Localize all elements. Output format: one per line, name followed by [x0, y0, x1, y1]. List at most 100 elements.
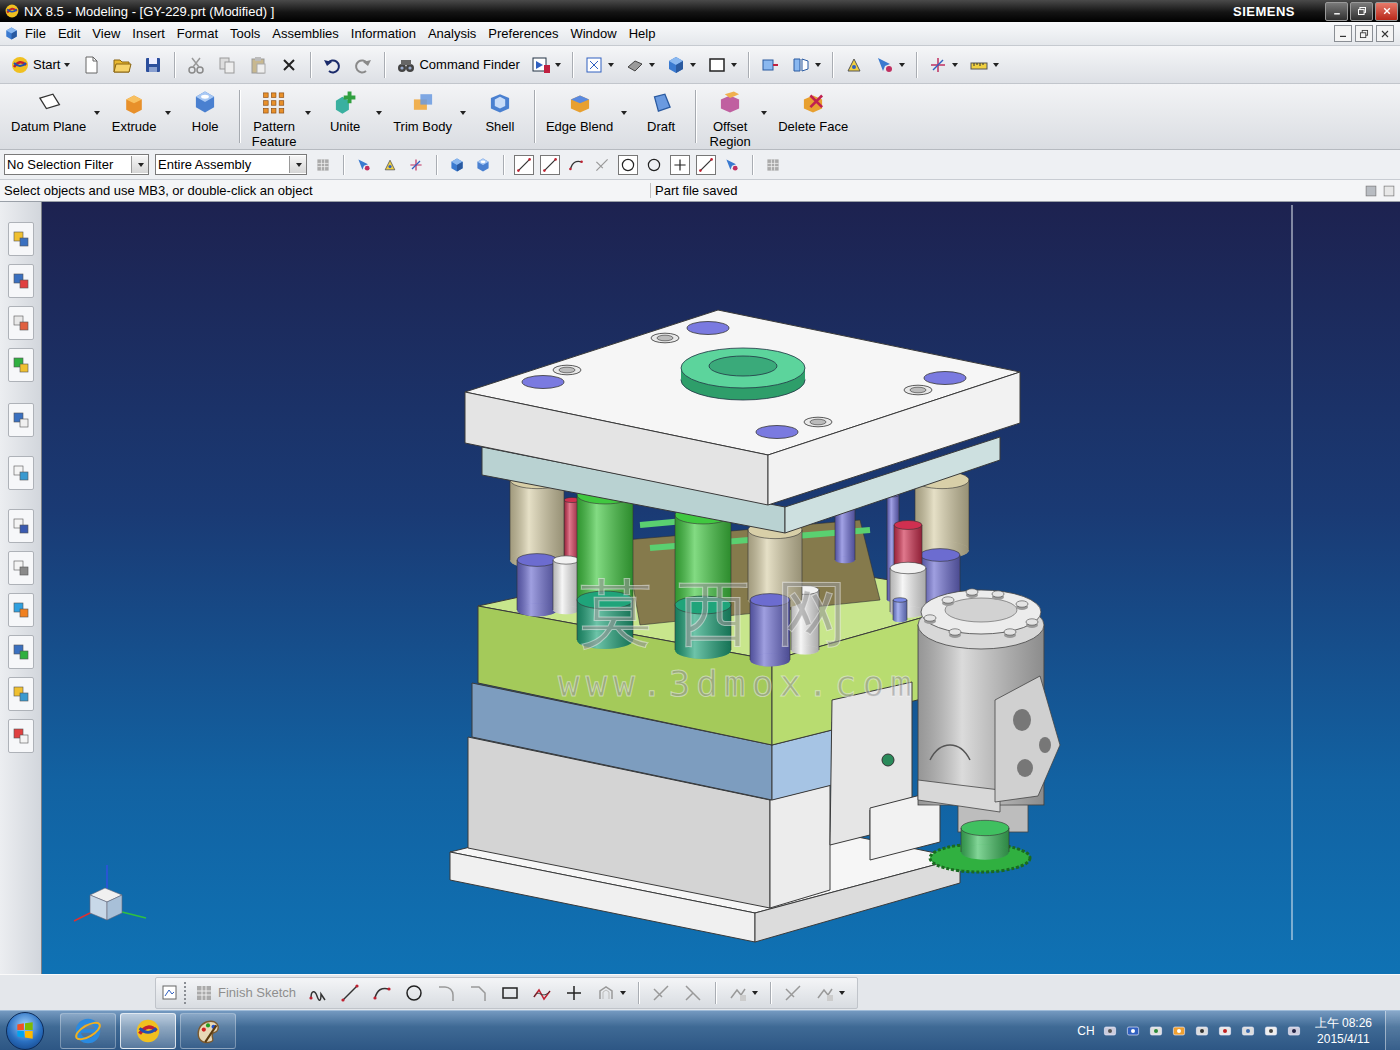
feature-button[interactable]: OffsetRegion — [702, 84, 758, 149]
resource-tab[interactable] — [8, 719, 34, 753]
resource-tab[interactable] — [8, 403, 34, 437]
screw-hole[interactable] — [904, 385, 932, 395]
resource-tab[interactable] — [8, 348, 34, 382]
feature-dropdown[interactable] — [162, 84, 177, 149]
highlight-button[interactable] — [447, 155, 467, 175]
taskbar-app[interactable] — [120, 1013, 176, 1049]
pump-part[interactable] — [918, 589, 1060, 872]
point-on-face-button[interactable] — [722, 155, 742, 175]
new-button[interactable] — [77, 52, 105, 78]
select-button[interactable] — [871, 52, 909, 78]
offsetc-button[interactable] — [592, 980, 630, 1006]
render-button[interactable] — [621, 52, 659, 78]
cube-button[interactable] — [662, 52, 700, 78]
feature-button[interactable]: Unite — [317, 84, 373, 149]
constr-button[interactable] — [724, 980, 762, 1006]
menu-item[interactable]: Preferences — [482, 26, 564, 41]
extendc-button[interactable] — [679, 980, 707, 1006]
feature-button[interactable]: Extrude — [106, 84, 162, 149]
resource-tab[interactable] — [8, 635, 34, 669]
pillar[interactable] — [517, 554, 557, 617]
resource-tab[interactable] — [8, 306, 34, 340]
select-feature-button[interactable] — [354, 155, 374, 175]
resource-tab[interactable] — [8, 551, 34, 585]
menu-item[interactable]: Edit — [52, 26, 86, 41]
selection-filter-dropdown[interactable]: No Selection Filter — [4, 154, 149, 175]
point-button[interactable] — [560, 980, 588, 1006]
model-view[interactable] — [42, 202, 1400, 974]
doc-restore-button[interactable] — [1355, 25, 1373, 42]
redo-button[interactable] — [349, 52, 377, 78]
pillar[interactable] — [577, 486, 633, 609]
arc-center-button[interactable] — [618, 155, 638, 175]
snap-point-button[interactable] — [380, 155, 400, 175]
guide-hole[interactable] — [924, 372, 966, 385]
menu-item[interactable]: Insert — [126, 26, 171, 41]
show-desktop-button[interactable] — [1385, 1011, 1400, 1050]
pillar[interactable] — [675, 506, 731, 614]
finish-sketch-button[interactable]: Finish Sketch — [194, 983, 300, 1003]
fit-button[interactable] — [580, 52, 618, 78]
minimize-button[interactable] — [1325, 2, 1348, 21]
mold-model[interactable] — [74, 205, 1292, 942]
guide-hole[interactable] — [756, 426, 798, 439]
menu-item[interactable]: Analysis — [422, 26, 482, 41]
feature-dropdown[interactable] — [457, 84, 472, 149]
start-button[interactable]: Start — [6, 52, 74, 78]
feature-dropdown[interactable] — [618, 84, 633, 149]
guide-hole[interactable] — [522, 376, 564, 389]
command-finder-button[interactable]: Command Finder — [392, 52, 523, 78]
role-button[interactable] — [527, 52, 565, 78]
feature-button[interactable]: PatternFeature — [246, 84, 302, 149]
circle-button[interactable] — [400, 980, 428, 1006]
resource-tab[interactable] — [8, 456, 34, 490]
top-plate-front[interactable] — [465, 392, 768, 505]
menu-item[interactable]: Assemblies — [266, 26, 344, 41]
top-plate-side[interactable] — [768, 372, 1020, 505]
spline-button[interactable] — [528, 980, 556, 1006]
point-on-curve-button[interactable] — [696, 155, 716, 175]
menu-item[interactable]: Help — [623, 26, 662, 41]
taskbar-app[interactable] — [60, 1013, 116, 1049]
menu-item[interactable]: File — [19, 26, 52, 41]
menu-item[interactable]: View — [86, 26, 126, 41]
save-button[interactable] — [139, 52, 167, 78]
lower-block-side[interactable] — [770, 785, 830, 908]
body-button[interactable] — [473, 155, 493, 175]
make-corner-button[interactable] — [779, 980, 807, 1006]
trimc-button[interactable] — [647, 980, 675, 1006]
close-button[interactable] — [1375, 2, 1398, 21]
mirror-button[interactable] — [787, 52, 825, 78]
open-button[interactable] — [108, 52, 136, 78]
copy-button[interactable] — [213, 52, 241, 78]
resource-tab[interactable] — [8, 593, 34, 627]
wcs-button[interactable] — [924, 52, 962, 78]
menu-item[interactable]: Tools — [224, 26, 266, 41]
feature-dropdown[interactable] — [91, 84, 106, 149]
line-button[interactable] — [336, 980, 364, 1006]
feature-dropdown[interactable] — [302, 84, 317, 149]
resource-tab[interactable] — [8, 677, 34, 711]
feature-button[interactable]: Draft — [633, 84, 689, 149]
language-indicator[interactable]: CH — [1077, 1024, 1094, 1038]
arc-button[interactable] — [368, 980, 396, 1006]
quadrant-button[interactable] — [644, 155, 664, 175]
clock[interactable]: 上午 08:262015/4/11 — [1309, 1015, 1378, 1047]
pillar[interactable] — [748, 521, 802, 608]
pump-shaft[interactable] — [961, 820, 1009, 859]
guide-hole[interactable] — [687, 322, 729, 335]
resource-tab[interactable] — [8, 264, 34, 298]
pillar[interactable] — [893, 598, 907, 622]
existing-point-button[interactable] — [670, 155, 690, 175]
menu-item[interactable]: Window — [564, 26, 622, 41]
feature-button[interactable]: Datum Plane — [6, 84, 91, 149]
delete-button[interactable] — [275, 52, 303, 78]
feature-button[interactable]: Trim Body — [388, 84, 457, 149]
box-button[interactable] — [703, 52, 741, 78]
orient-button[interactable] — [756, 52, 784, 78]
cut-button[interactable] — [182, 52, 210, 78]
graphics-window[interactable]: 莫西网www.3dmox.com — [42, 202, 1400, 974]
pillar[interactable] — [750, 594, 790, 667]
start-orb[interactable] — [6, 1012, 44, 1050]
fillet-button[interactable] — [432, 980, 460, 1006]
